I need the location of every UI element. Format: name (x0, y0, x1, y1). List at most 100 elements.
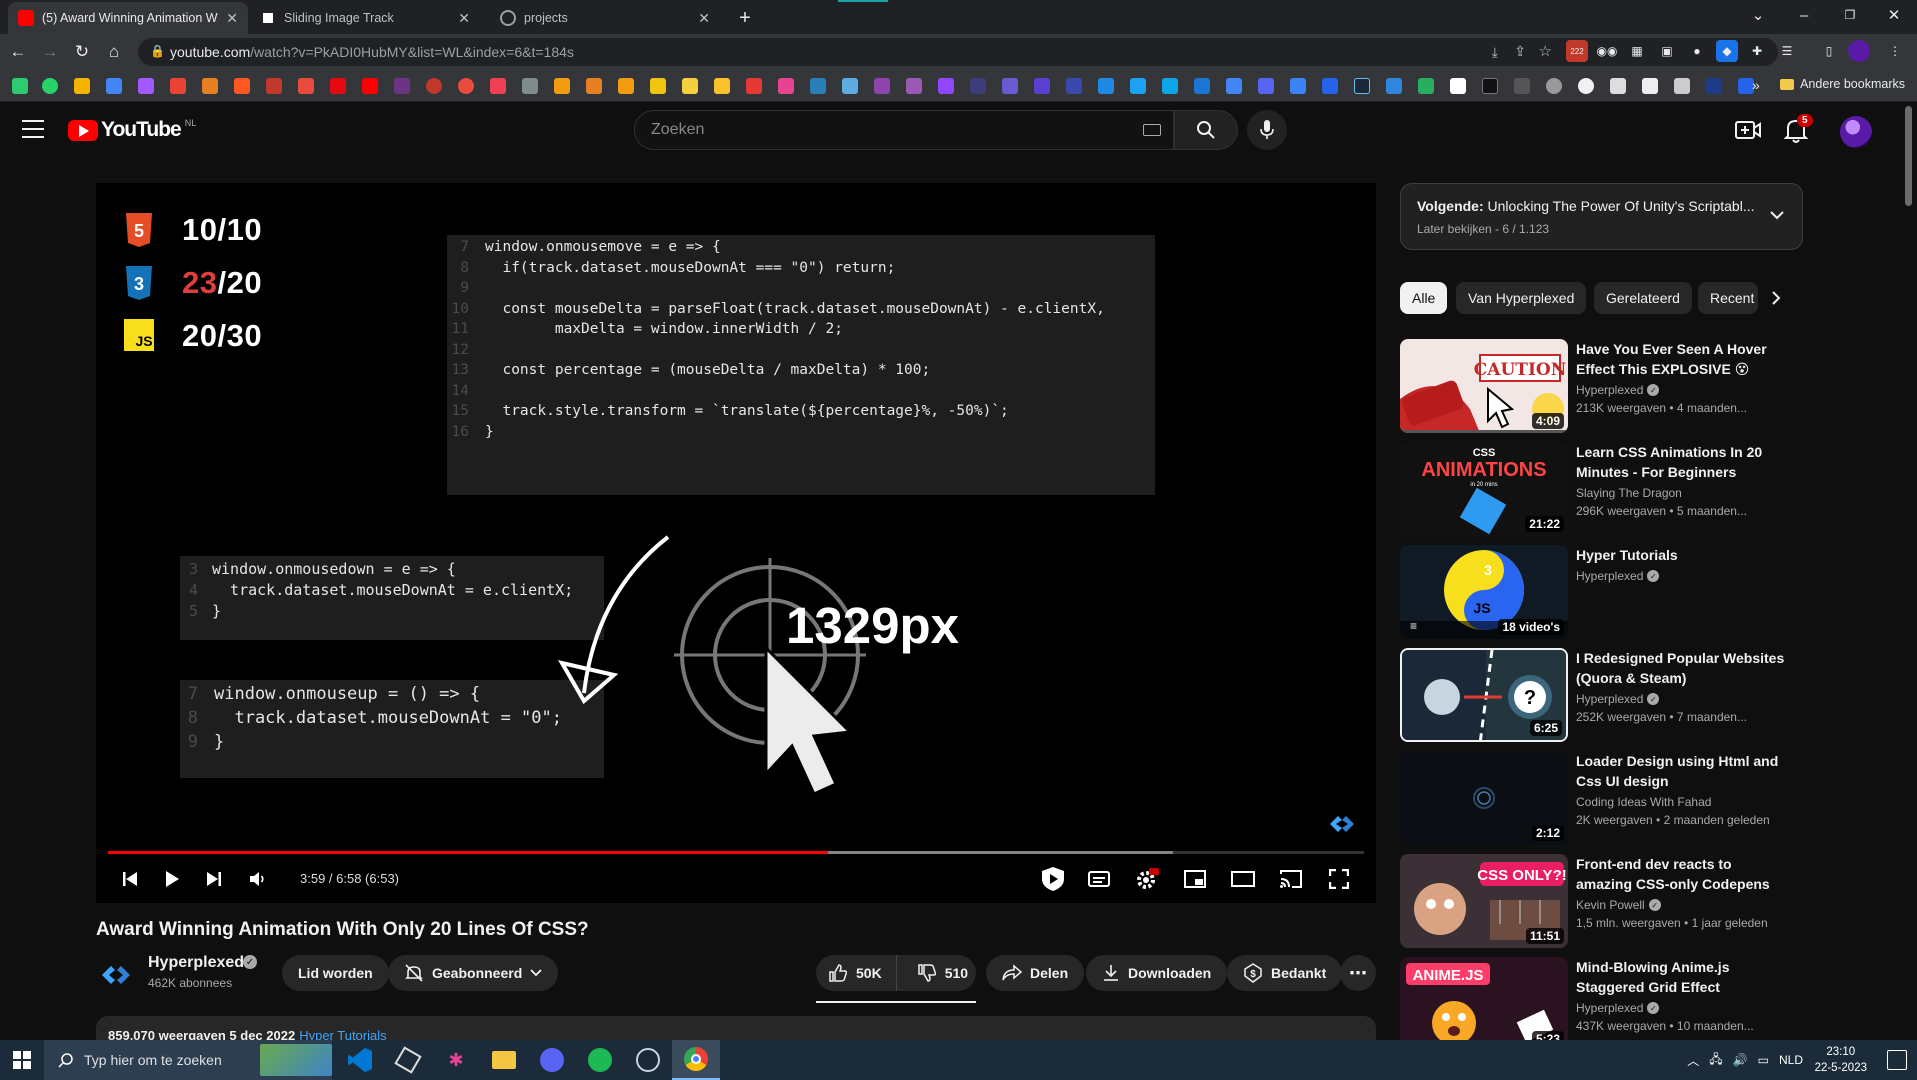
tab-close-icon[interactable]: ✕ (698, 10, 710, 27)
whatsapp-bookmark-icon[interactable] (42, 78, 58, 94)
bookmark-icon[interactable] (394, 78, 410, 94)
theater-mode-button[interactable] (1228, 865, 1258, 893)
bookmark-icon[interactable] (234, 78, 250, 94)
recommendation-channel[interactable]: Kevin Powell ✓ (1576, 898, 1661, 912)
chip-all[interactable]: Alle (1400, 282, 1448, 314)
channel-name[interactable]: Hyperplexed (148, 954, 244, 972)
network-icon[interactable]: 🖧 (1709, 1050, 1722, 1071)
close-window-button[interactable]: ✕ (1871, 0, 1917, 30)
other-bookmarks-folder[interactable]: Andere bookmarks (1780, 77, 1905, 91)
show-hidden-icons-chevron-icon[interactable]: ︿ (1687, 1052, 1699, 1069)
share-icon[interactable]: ⇪ (1514, 43, 1526, 60)
discord-bookmark-icon[interactable] (1258, 78, 1274, 94)
new-tab-button[interactable]: + (729, 2, 761, 34)
file-explorer-taskbar-icon[interactable] (480, 1040, 528, 1080)
join-button[interactable]: Lid worden (282, 955, 389, 991)
download-button[interactable]: Downloaden (1086, 955, 1228, 991)
gmail-bookmark-icon[interactable] (170, 78, 186, 94)
chevron-down-icon[interactable] (1768, 206, 1786, 224)
previous-button[interactable] (116, 865, 144, 893)
bookmark-icon[interactable] (778, 78, 794, 94)
bookmark-icon[interactable] (202, 78, 218, 94)
search-button[interactable] (1174, 110, 1238, 150)
playlist-header[interactable]: Volgende: Unlocking The Power Of Unity's… (1400, 183, 1803, 250)
figma-bookmark-icon[interactable] (138, 78, 154, 94)
home-button[interactable]: ⌂ (102, 40, 126, 64)
more-actions-button[interactable]: ⋯ (1340, 955, 1376, 991)
bookmark-icon[interactable] (1386, 78, 1402, 94)
taskbar-clock[interactable]: 23:10 22-5-2023 (1815, 1044, 1867, 1076)
bookmark-icon[interactable] (1706, 78, 1722, 94)
recommendation-item[interactable]: CAUTION 4:09 Have You Ever Seen A Hover Ef… (1400, 339, 1803, 433)
recommendation-title[interactable]: Loader Design using Html and Css UI desi… (1576, 751, 1791, 791)
vscode-taskbar-icon[interactable] (336, 1040, 384, 1080)
recommendation-item[interactable]: 3 JS ≡ 18 video's Hyper Tutorials Hyperplexed… (1400, 545, 1803, 639)
bookmark-icon[interactable] (1514, 78, 1530, 94)
share-button[interactable]: Delen (986, 955, 1085, 991)
bookmark-icon[interactable] (1322, 78, 1338, 94)
extension-circle-icon[interactable]: ● (1686, 40, 1708, 62)
more-bookmarks-icon[interactable]: » (1752, 77, 1760, 93)
minimize-button[interactable]: – (1781, 0, 1827, 30)
bookmark-icon[interactable] (1226, 78, 1242, 94)
recommendation-title[interactable]: I Redesigned Popular Websites (Quora & S… (1576, 648, 1791, 688)
side-panel-icon[interactable]: ▯ (1818, 40, 1840, 62)
scrollbar-thumb[interactable] (1905, 106, 1912, 206)
recommendation-title[interactable]: Have You Ever Seen A Hover Effect This E… (1576, 339, 1791, 379)
tab-search-chevron-icon[interactable]: ⌄ (1735, 0, 1781, 30)
bookmark-icon[interactable] (12, 78, 28, 94)
recommendation-item[interactable]: ? 6:25 I Redesigned Popular Websites (Quor… (1400, 648, 1803, 742)
drive-bookmark-icon[interactable] (74, 78, 90, 94)
play-button[interactable] (158, 865, 186, 893)
youtube-logo[interactable]: YouTube NL (68, 118, 196, 142)
bookmark-icon[interactable] (874, 78, 890, 94)
video-thumbnail[interactable]: CSS ANIMATIONS in 20 mins 21:22 (1400, 442, 1568, 536)
steam-taskbar-icon[interactable] (624, 1040, 672, 1080)
recommendation-item[interactable]: CSS ANIMATIONS in 20 mins 21:22 Learn CSS An… (1400, 442, 1803, 536)
bookmark-icon[interactable] (586, 78, 602, 94)
bookmark-icon[interactable] (650, 78, 666, 94)
video-thumbnail[interactable]: 3 JS ≡ 18 video's (1400, 545, 1568, 639)
chip-related[interactable]: Gerelateerd (1594, 282, 1692, 314)
recommendation-channel[interactable]: Hyperplexed ✓ (1576, 692, 1660, 706)
twitch-bookmark-icon[interactable] (938, 78, 954, 94)
channel-avatar[interactable] (98, 957, 134, 993)
profile-avatar-icon[interactable] (1848, 40, 1870, 62)
bookmark-icon[interactable] (1418, 78, 1434, 94)
thanks-button[interactable]: $ Bedankt (1227, 955, 1343, 991)
keyboard-icon[interactable] (1143, 124, 1161, 136)
bookmark-icon[interactable] (1066, 78, 1082, 94)
browser-tab-codepen[interactable]: Sliding Image Track ✕ (250, 2, 480, 34)
extension-screen-icon[interactable]: ▦ (1626, 40, 1648, 62)
channel-watermark-icon[interactable] (1328, 812, 1356, 836)
bookmark-icon[interactable] (1610, 78, 1626, 94)
page-scrollbar[interactable] (1900, 102, 1917, 1039)
notification-center-icon[interactable] (1887, 1050, 1907, 1070)
calendar-bookmark-icon[interactable] (106, 78, 122, 94)
bookmark-icon[interactable] (682, 78, 698, 94)
extension-shield-icon[interactable]: ◆ (1716, 40, 1738, 62)
pocket-bookmark-icon[interactable] (490, 78, 506, 94)
tab-close-icon[interactable]: ✕ (458, 10, 470, 27)
fullscreen-button[interactable] (1324, 865, 1354, 893)
recommendation-title[interactable]: Mind-Blowing Anime.js Staggered Grid Eff… (1576, 957, 1791, 997)
tab-close-icon[interactable]: ✕ (226, 10, 238, 27)
netflix-bookmark-icon[interactable] (330, 78, 346, 94)
video-thumbnail[interactable]: CAUTION 4:09 (1400, 339, 1568, 433)
volume-button[interactable] (244, 865, 272, 893)
video-thumbnail[interactable]: ? 6:25 (1400, 648, 1568, 742)
bookmark-icon[interactable] (1194, 78, 1210, 94)
recommendation-item[interactable]: CSS ONLY?! 11:51 Front-end dev reacts to a… (1400, 854, 1803, 948)
description-box[interactable]: 859.070 weergaven 5 dec 2022 Hyper Tutori… (96, 1016, 1376, 1040)
recommendation-channel[interactable]: Coding Ideas With Fahad (1576, 795, 1711, 809)
app-taskbar-icon[interactable]: ✱ (432, 1040, 480, 1080)
bookmark-icon[interactable] (618, 78, 634, 94)
browser-tab-projects[interactable]: projects ✕ (490, 2, 720, 34)
next-button[interactable] (200, 865, 228, 893)
forward-button[interactable]: → (38, 40, 62, 64)
subscribed-button[interactable]: Geabonneerd (388, 955, 559, 991)
recommendation-item[interactable]: ANIME.JS 5:23 Mind-Blowing Anime.js Stagge… (1400, 957, 1803, 1051)
twitter-bookmark-icon[interactable] (1130, 78, 1146, 94)
chrome-taskbar-icon[interactable] (672, 1040, 720, 1080)
sponsorblock-button[interactable] (1038, 865, 1068, 893)
